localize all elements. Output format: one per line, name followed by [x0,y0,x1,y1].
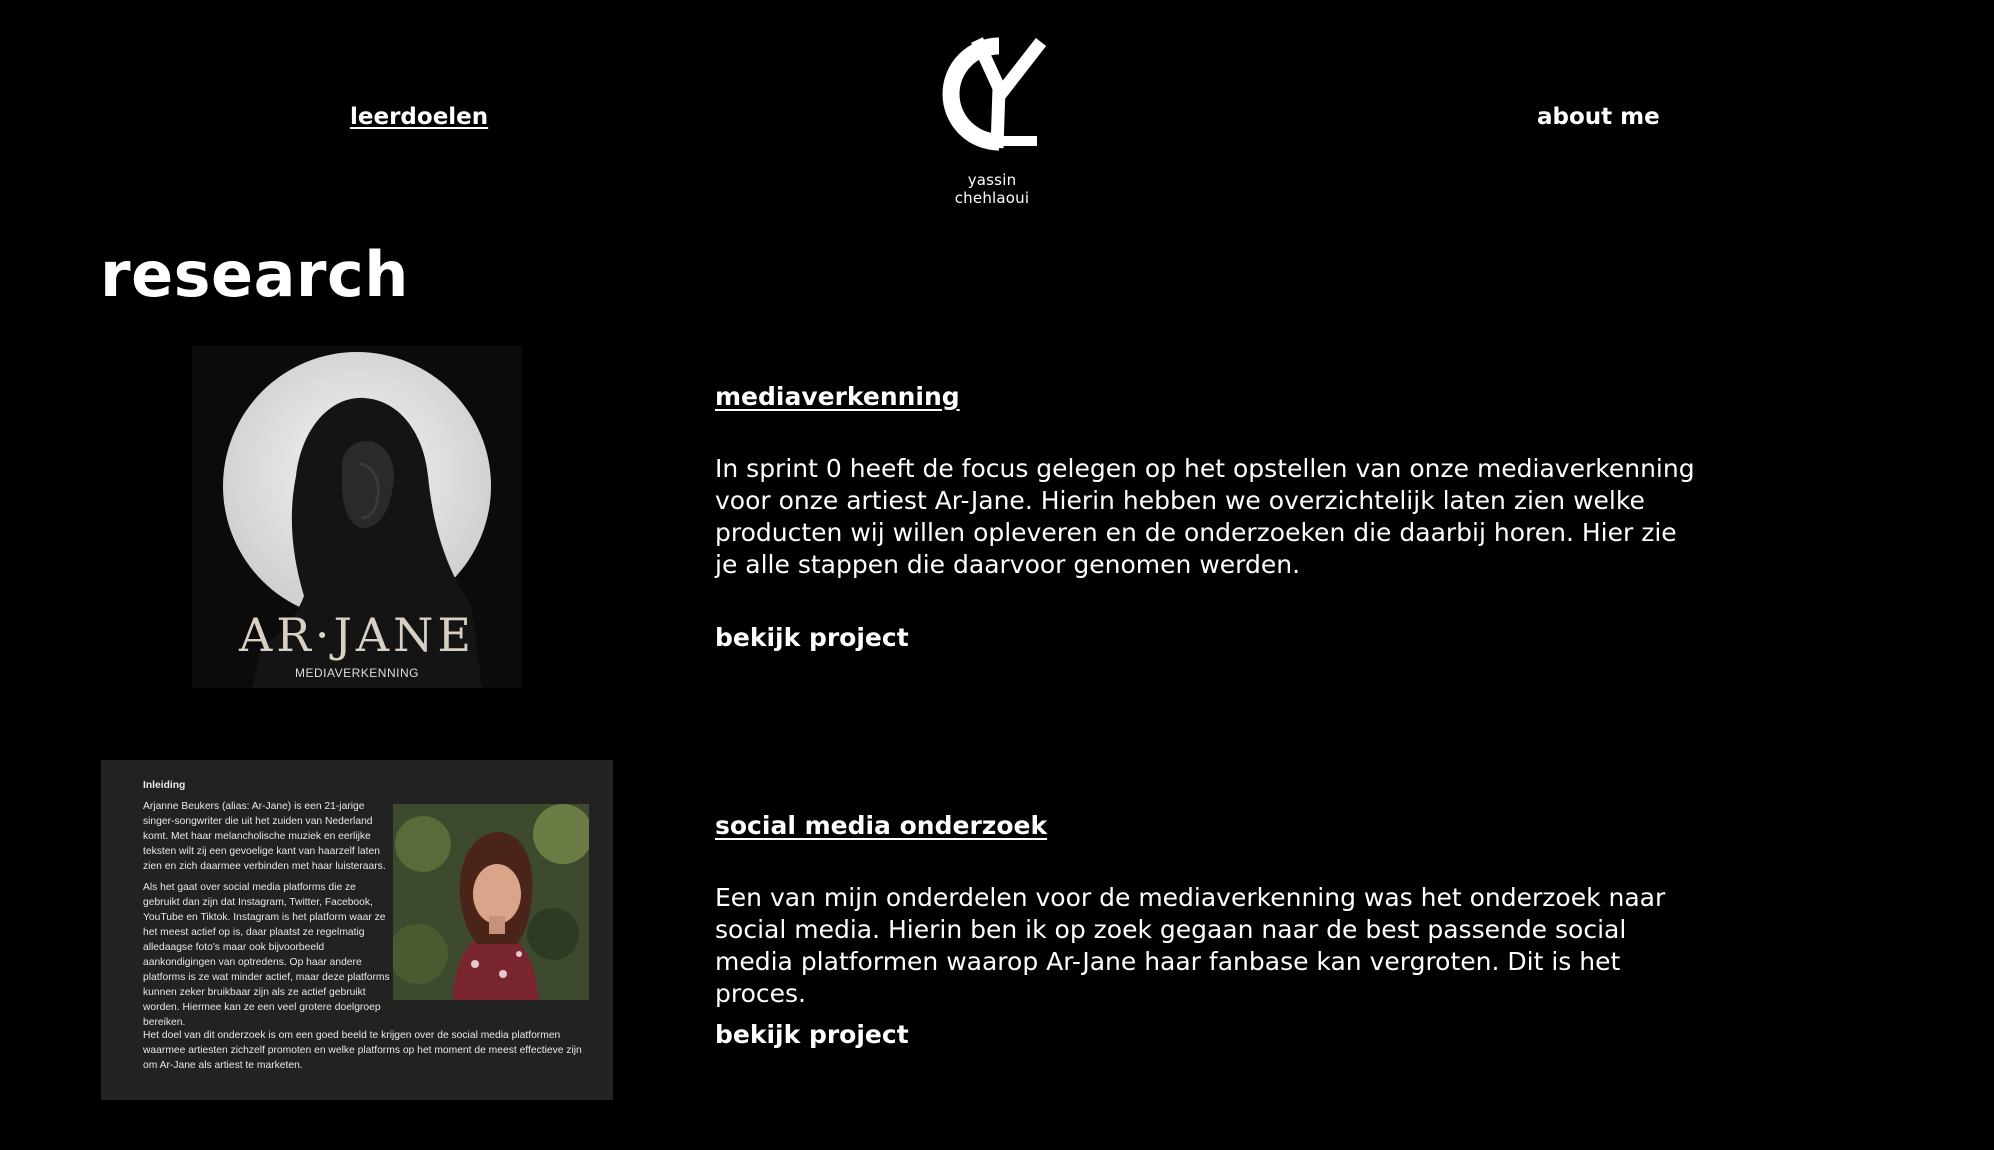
artist-photo-image [393,804,589,1000]
nav-link-about-me[interactable]: about me [1537,104,1660,130]
document-paragraph: Als het gaat over social media platforms… [143,882,390,1028]
project-thumbnail-mediaverkenning[interactable]: AR·JANE MEDIAVERKENNING [192,346,522,688]
project-title-mediaverkenning[interactable]: mediaverkenning [715,382,960,411]
site-logo[interactable]: yassin chehlaoui [930,36,1054,207]
document-paragraph: Het doel van dit onderzoek is om een goe… [143,1030,582,1071]
thumbnail-subtitle: MEDIAVERKENNING [295,666,419,680]
document-heading: Inleiding [143,780,186,791]
yc-monogram-icon [942,37,1047,151]
document-preview-text: Inleiding Arjanne Beukers (alias: Ar-Jan… [143,778,393,1036]
document-paragraph: Arjanne Beukers (alias: Ar-Jane) is een … [143,801,386,872]
logo-name: yassin chehlaoui [954,171,1030,207]
thumbnail-artist-name: AR·JANE [239,608,475,662]
view-project-link-social-media-onderzoek[interactable]: bekijk project [715,1020,909,1049]
project-thumbnail-social-media[interactable]: Inleiding Arjanne Beukers (alias: Ar-Jan… [101,760,613,1100]
nav-link-leerdoelen[interactable]: leerdoelen [350,104,488,130]
project-description-mediaverkenning: In sprint 0 heeft de focus gelegen op he… [715,454,1695,579]
page-title: research [100,238,409,311]
project-description-social-media-onderzoek: Een van mijn onderdelen voor de mediaver… [715,883,1666,1008]
view-project-link-mediaverkenning[interactable]: bekijk project [715,623,909,652]
project-title-social-media-onderzoek[interactable]: social media onderzoek [715,811,1047,840]
